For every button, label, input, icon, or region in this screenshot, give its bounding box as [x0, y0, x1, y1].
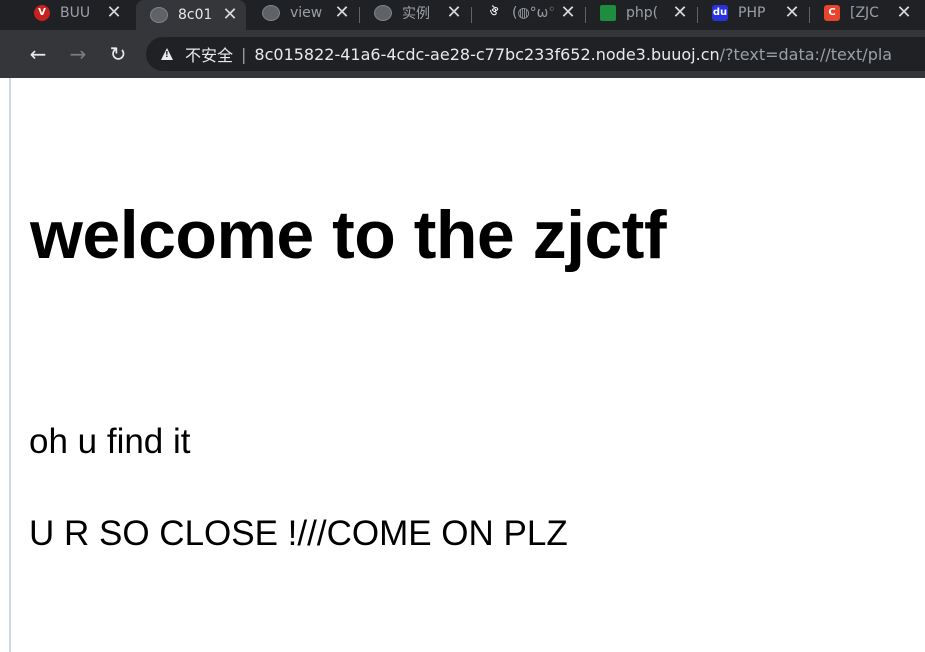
close-icon[interactable]: ✕: [220, 5, 240, 25]
browser-toolbar: ← → ↻ 不安全 | 8c015822-41a6-4cdc-ae28-c77b…: [0, 30, 925, 78]
tab-strip: V BUU ✕ 8c01 ✕ view ✕ 实例 ✕ ঔ (◍°ω° ✕ php…: [0, 0, 925, 30]
url-path[interactable]: /?text=data://text/pla: [720, 45, 892, 64]
tab-example[interactable]: 实例 ✕: [360, 0, 470, 26]
reload-icon[interactable]: ↻: [106, 42, 130, 66]
url-host[interactable]: 8c015822-41a6-4cdc-ae28-c77bc233f652.nod…: [254, 45, 719, 64]
tab-title: (◍°ω°: [512, 5, 556, 21]
close-icon[interactable]: ✕: [894, 3, 914, 23]
address-divider: |: [241, 44, 247, 64]
close-icon[interactable]: ✕: [104, 3, 124, 23]
globe-icon: [150, 7, 168, 23]
tab-title: [ZJC: [850, 5, 879, 21]
globe-icon: [374, 5, 392, 21]
forward-arrow-icon[interactable]: →: [66, 42, 90, 66]
tab-title: 实例: [402, 6, 430, 22]
tab-php-baidu[interactable]: du PHP ✕: [698, 0, 808, 26]
tab-title: view: [290, 5, 323, 21]
baidu-paw-icon: du: [712, 5, 728, 21]
page-heading: welcome to the zjctf: [30, 197, 667, 273]
back-arrow-icon[interactable]: ←: [26, 42, 50, 66]
tab-emoticon[interactable]: ঔ (◍°ω° ✕: [472, 0, 584, 26]
tab-title: 8c01: [178, 7, 213, 23]
tab-title: BUU: [60, 5, 91, 21]
page-content: welcome to the zjctf oh u find it U R SO…: [0, 78, 925, 652]
swirl-favicon-icon: ঔ: [489, 7, 499, 18]
message-line-1: oh u find it: [29, 422, 191, 461]
csdn-c-icon: C: [824, 5, 840, 21]
globe-icon: [262, 5, 280, 21]
tab-title: php(: [626, 5, 659, 21]
tab-zjctf-csdn[interactable]: C [ZJC ✕: [810, 0, 920, 26]
close-icon[interactable]: ✕: [670, 3, 690, 23]
close-icon[interactable]: ✕: [782, 3, 802, 23]
close-icon[interactable]: ✕: [558, 3, 578, 23]
tab-php-green[interactable]: php( ✕: [586, 0, 696, 26]
tab-title: PHP: [738, 5, 766, 21]
tab-view[interactable]: view ✕: [248, 0, 358, 26]
buu-favicon-icon: V: [34, 5, 50, 21]
green-bar-favicon-icon: [600, 5, 616, 21]
message-line-2: U R SO CLOSE !///COME ON PLZ: [29, 514, 568, 553]
security-label[interactable]: 不安全: [185, 42, 233, 66]
close-icon[interactable]: ✕: [332, 3, 352, 23]
close-icon[interactable]: ✕: [444, 3, 464, 23]
address-bar[interactable]: 不安全 | 8c015822-41a6-4cdc-ae28-c77bc233f6…: [146, 37, 925, 71]
left-border-line: [9, 78, 11, 652]
tab-active[interactable]: 8c01 ✕: [136, 0, 246, 30]
tab-buu[interactable]: V BUU ✕: [20, 0, 130, 26]
warning-triangle-icon[interactable]: [161, 48, 173, 60]
